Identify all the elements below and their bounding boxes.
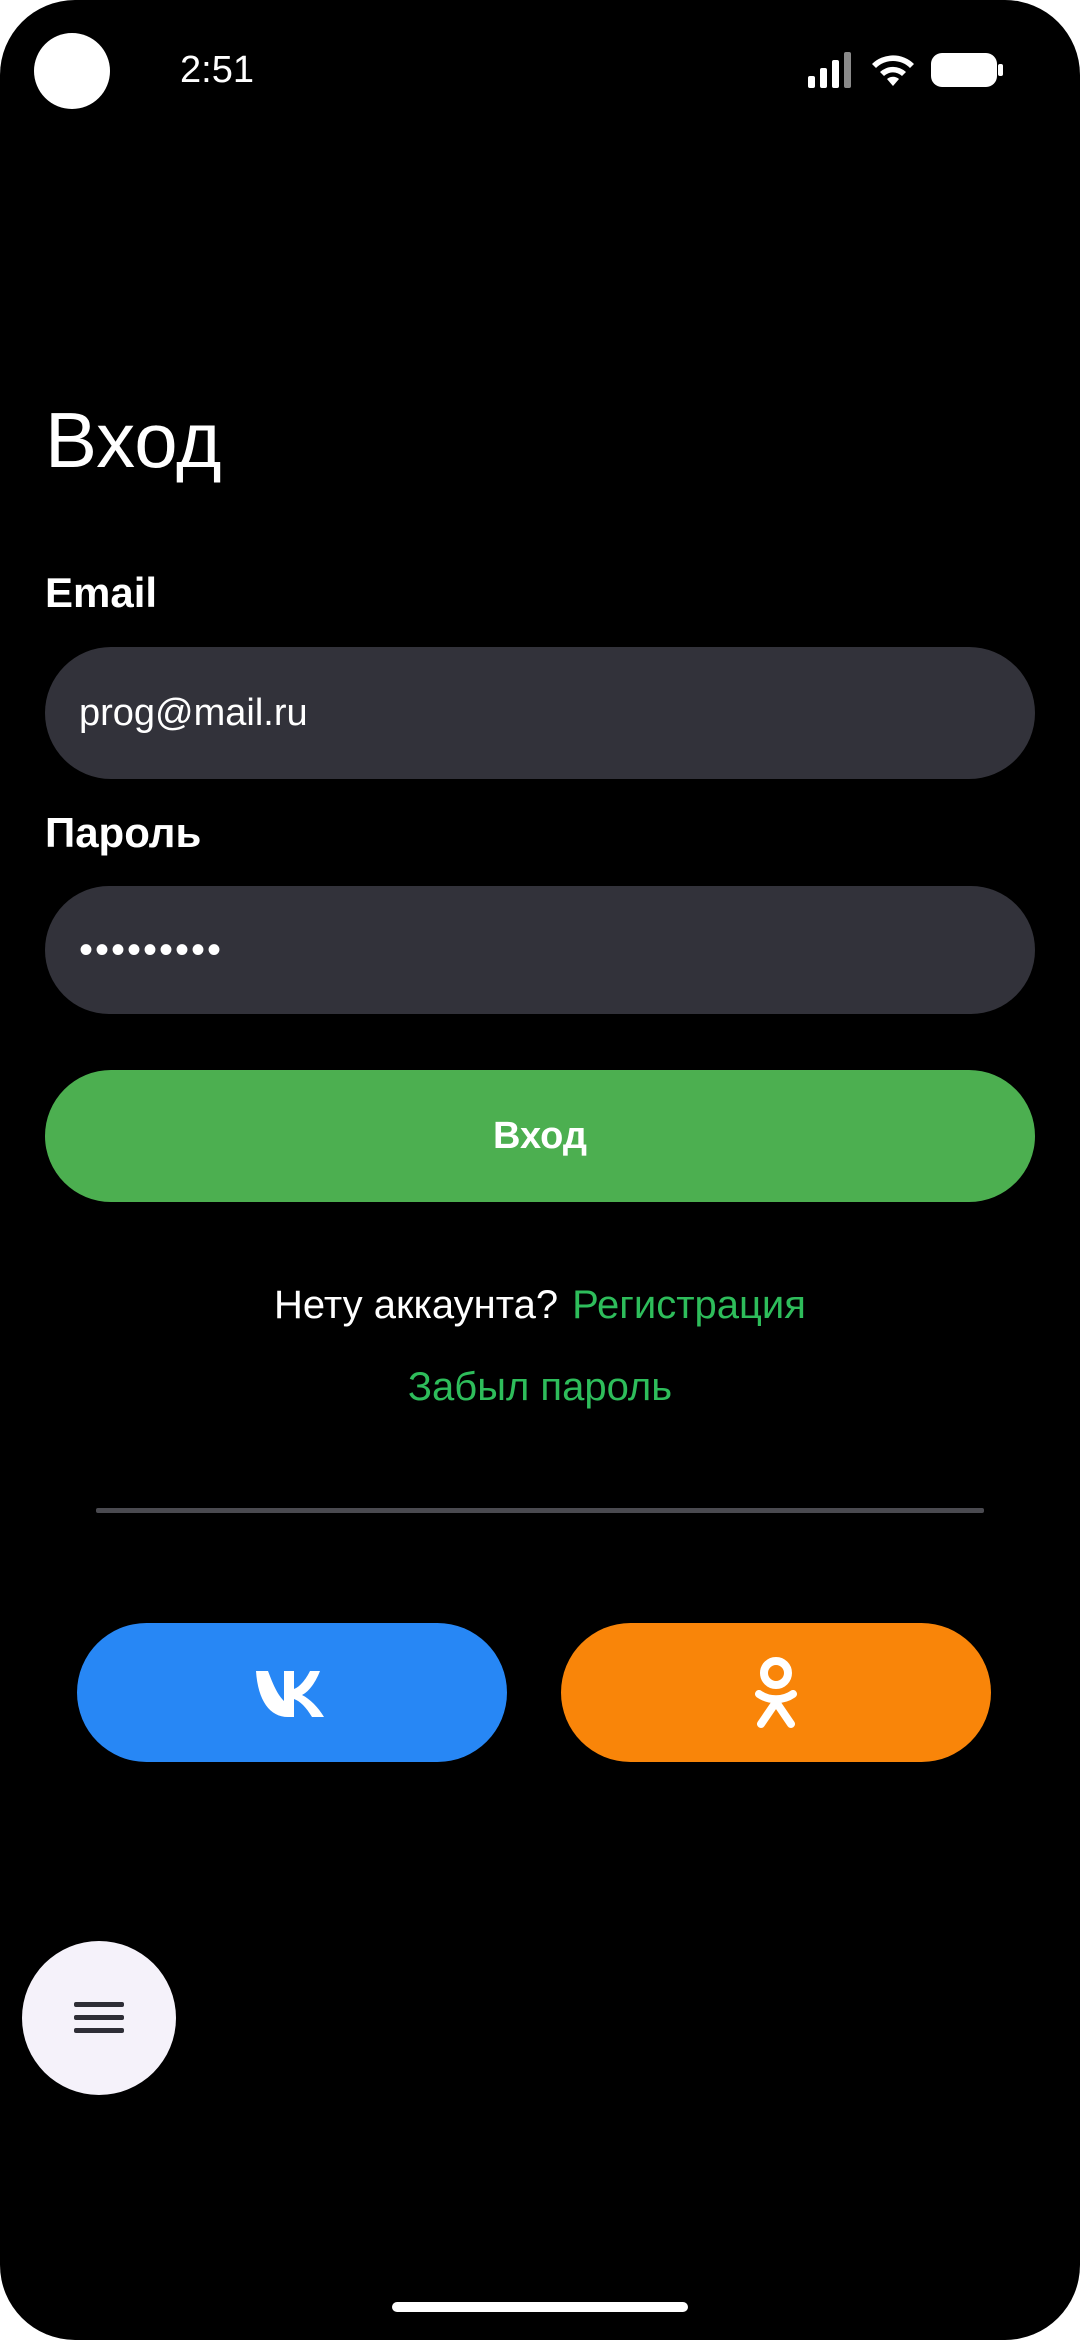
login-button-label: Вход: [493, 1114, 587, 1157]
battery-icon: [931, 53, 1003, 87]
register-link[interactable]: Регистрация: [572, 1283, 806, 1327]
email-label: Email: [45, 569, 158, 616]
status-time: 2:51: [180, 49, 254, 91]
ok-login-button[interactable]: [561, 1623, 991, 1762]
wifi-icon: [872, 55, 914, 86]
email-value: prog@mail.ru: [79, 691, 308, 734]
page-title: Вход: [45, 396, 222, 484]
forgot-password-link[interactable]: Забыл пароль: [0, 1362, 1080, 1412]
email-field[interactable]: prog@mail.ru: [45, 647, 1035, 779]
password-value: •••••••••: [79, 927, 224, 972]
home-indicator[interactable]: [392, 2302, 688, 2312]
menu-icon: [74, 2002, 124, 2033]
vk-login-button[interactable]: [77, 1623, 507, 1762]
login-button[interactable]: Вход: [45, 1070, 1035, 1202]
password-field[interactable]: •••••••••: [45, 886, 1035, 1014]
odnoklassniki-icon: [755, 1656, 797, 1728]
forgot-password-label: Забыл пароль: [407, 1365, 673, 1409]
phone-screen: 2:51 Вход Email prog@mail.ru Пароль ••••…: [0, 0, 1080, 2340]
signal-icon: [808, 52, 851, 88]
divider: [96, 1508, 984, 1513]
password-label: Пароль: [45, 809, 202, 856]
no-account-text: Нету аккаунта?: [274, 1283, 559, 1327]
register-row: Нету аккаунта? Регистрация: [0, 1280, 1080, 1330]
menu-button[interactable]: [22, 1941, 176, 2095]
vk-icon: [256, 1670, 324, 1717]
camera-cutout: [34, 33, 110, 109]
